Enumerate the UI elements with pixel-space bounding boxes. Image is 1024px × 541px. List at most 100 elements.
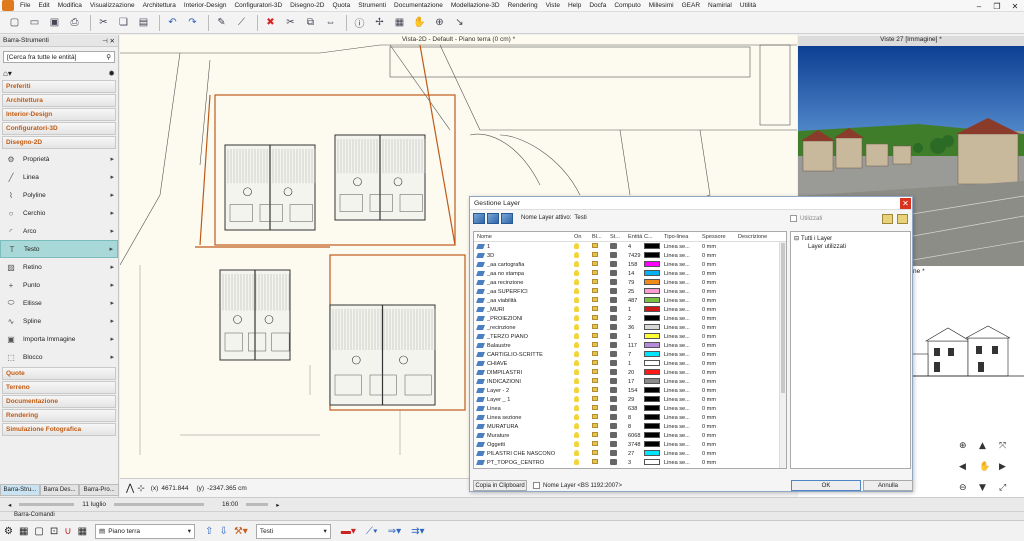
lock-icon[interactable] (592, 414, 598, 419)
menu-item[interactable]: Help (564, 2, 585, 9)
lock-cell[interactable] (592, 396, 610, 403)
color-swatch[interactable] (644, 377, 660, 384)
color-swatch[interactable] (644, 413, 660, 420)
lightbulb-icon[interactable] (574, 458, 579, 465)
color-cell[interactable] (644, 323, 664, 332)
thickness-cell[interactable]: 0 mm (702, 316, 738, 322)
color-cell[interactable] (644, 350, 664, 359)
used-checkbox[interactable] (790, 215, 797, 222)
delete-icon[interactable]: ✖ (262, 14, 279, 31)
save-icon[interactable]: ▣ (46, 14, 63, 31)
print-cell[interactable] (610, 278, 628, 287)
linetype-cell[interactable]: Linea se... (664, 253, 702, 259)
new-layer-icon[interactable] (473, 212, 485, 224)
scrollbar-thumb[interactable] (781, 243, 785, 393)
linetype-cell[interactable]: Linea se... (664, 352, 702, 358)
color-swatch[interactable] (644, 287, 660, 294)
table-row[interactable]: 1 4 Linea se... 0 mm (474, 242, 786, 251)
lock-icon[interactable] (592, 243, 598, 248)
visibility-cell[interactable] (574, 341, 592, 350)
cancel-button[interactable]: Annulla (863, 480, 913, 491)
printer-icon[interactable] (610, 314, 617, 321)
color-cell[interactable] (644, 404, 664, 413)
visibility-cell[interactable] (574, 305, 592, 314)
copy-icon[interactable]: ❏ (115, 14, 132, 31)
thickness-cell[interactable]: 0 mm (702, 451, 738, 457)
menu-item[interactable]: Millesimi (645, 2, 678, 9)
menu-item[interactable]: Namirial (704, 2, 736, 9)
visibility-cell[interactable] (574, 449, 592, 458)
visibility-cell[interactable] (574, 269, 592, 278)
lightbulb-icon[interactable] (574, 404, 579, 411)
color-cell[interactable] (644, 431, 664, 440)
thickness-cell[interactable]: 0 mm (702, 379, 738, 385)
lock-icon[interactable] (592, 315, 598, 320)
printer-icon[interactable] (610, 395, 617, 402)
print-cell[interactable] (610, 296, 628, 305)
column-header[interactable]: Spessore (702, 234, 738, 240)
cut-entity-icon[interactable]: ✂ (282, 14, 299, 31)
line-style-icon[interactable]: ⟋▾ (366, 526, 378, 537)
left-scroll-icon[interactable]: ◂ (8, 501, 11, 509)
printer-icon[interactable] (610, 296, 617, 303)
color-cell[interactable] (644, 458, 664, 467)
tree-child[interactable]: Layer utilizzati (794, 244, 907, 250)
table-row[interactable]: PILASTRI CHE NASCONO 27 Linea se... 0 mm (474, 449, 786, 458)
linetype-cell[interactable]: Linea se... (664, 442, 702, 448)
printer-icon[interactable] (610, 458, 617, 465)
visibility-cell[interactable] (574, 431, 592, 440)
thickness-cell[interactable]: 0 mm (702, 244, 738, 250)
table-row[interactable]: _recinzione 36 Linea se... 0 mm (474, 323, 786, 332)
color-swatch[interactable] (644, 458, 660, 465)
pan-up-icon[interactable]: ▲ (979, 441, 986, 451)
color-cell[interactable] (644, 368, 664, 377)
lock-icon[interactable] (592, 405, 598, 410)
pin-icon[interactable]: ⊣ ✕ (102, 37, 115, 45)
print-cell[interactable] (610, 386, 628, 395)
lock-icon[interactable] (592, 360, 598, 365)
lightbulb-icon[interactable] (574, 323, 579, 330)
pick-icon[interactable]: ↘ (451, 14, 468, 31)
color-swatch[interactable] (644, 395, 660, 402)
category-header[interactable]: Configuratori-3D (2, 122, 116, 135)
menu-item[interactable]: Architettura (139, 2, 180, 9)
linetype-cell[interactable]: Linea se... (664, 271, 702, 277)
lightbulb-icon[interactable] (574, 368, 579, 375)
lock-cell[interactable] (592, 441, 610, 448)
print-cell[interactable] (610, 242, 628, 251)
color-swatch[interactable] (644, 359, 660, 366)
printer-icon[interactable] (610, 251, 617, 258)
printer-icon[interactable] (610, 350, 617, 357)
visibility-cell[interactable] (574, 368, 592, 377)
eyedropper-icon[interactable]: ⟋ (233, 14, 250, 31)
tree-collapse-icon[interactable]: ⊟ (794, 235, 799, 242)
lock-cell[interactable] (592, 432, 610, 439)
lightbulb-icon[interactable] (574, 287, 579, 294)
pan-right-icon[interactable]: ▶ (999, 462, 1006, 472)
visibility-cell[interactable] (574, 296, 592, 305)
lightbulb-icon[interactable] (574, 449, 579, 456)
lock-cell[interactable] (592, 387, 610, 394)
open-folder-icon[interactable]: ▭ (26, 14, 43, 31)
printer-icon[interactable] (610, 377, 617, 384)
tool-item[interactable]: ╱ Linea ▸ (0, 168, 118, 186)
column-header[interactable]: On (574, 234, 592, 240)
north-arrow-icon[interactable]: ⋀ (126, 483, 134, 494)
copy-entity-icon[interactable]: ⧉ (302, 14, 319, 31)
color-swatch[interactable] (644, 323, 660, 330)
lock-cell[interactable] (592, 342, 610, 349)
printer-icon[interactable] (610, 242, 617, 249)
color-swatch[interactable] (644, 440, 660, 447)
thickness-cell[interactable]: 0 mm (702, 334, 738, 340)
linetype-cell[interactable]: Linea se... (664, 307, 702, 313)
lock-cell[interactable] (592, 270, 610, 277)
printer-icon[interactable] (610, 278, 617, 285)
lock-icon[interactable] (592, 333, 598, 338)
lightbulb-icon[interactable] (574, 431, 579, 438)
lightbulb-icon[interactable] (574, 260, 579, 267)
info-icon[interactable]: ⓘ (351, 14, 368, 31)
thickness-cell[interactable]: 0 mm (702, 280, 738, 286)
tool-item[interactable]: ▣ Importa Immagine ▸ (0, 330, 118, 348)
table-row[interactable]: Balaustre 117 Linea se... 0 mm (474, 341, 786, 350)
visibility-cell[interactable] (574, 314, 592, 323)
